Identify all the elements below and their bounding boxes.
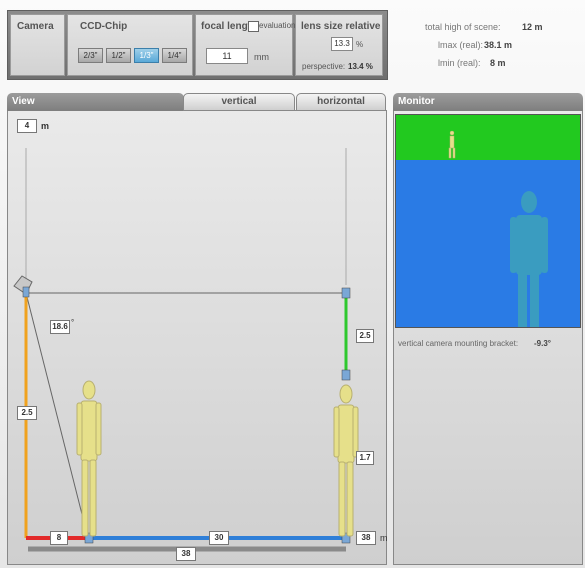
monitor-view	[395, 114, 581, 328]
camera-height-field[interactable]: 4	[17, 119, 37, 133]
distance-field[interactable]: 38	[356, 531, 376, 545]
coverage-distance-value: 30	[209, 531, 229, 545]
monitor-scene	[448, 130, 548, 327]
far-person-icon	[333, 384, 359, 537]
bracket-value: -9.3°	[534, 339, 551, 348]
bracket-label: vertical camera mounting bracket:	[398, 339, 519, 348]
monitor-far-person-icon	[448, 130, 456, 159]
dead-zone-value: 8	[50, 531, 68, 545]
person-head-marker-icon	[341, 369, 351, 381]
distance-unit-label: m	[380, 533, 388, 543]
tilt-angle-value: 18.6	[50, 320, 70, 334]
camera-icon	[13, 275, 33, 298]
monitor-near-person-icon	[510, 191, 548, 327]
target-gap-value: 2.5	[356, 329, 374, 343]
upper-target-marker-icon	[341, 287, 351, 299]
total-distance-value: 38	[176, 547, 196, 561]
monitor-header: Monitor	[393, 93, 583, 111]
person-height-value: 1.7	[356, 451, 374, 465]
angle-unit-label: °	[71, 318, 75, 327]
height-unit-label: m	[41, 121, 50, 131]
camera-height-value: 2.5	[17, 406, 37, 420]
near-person-icon	[76, 380, 102, 537]
